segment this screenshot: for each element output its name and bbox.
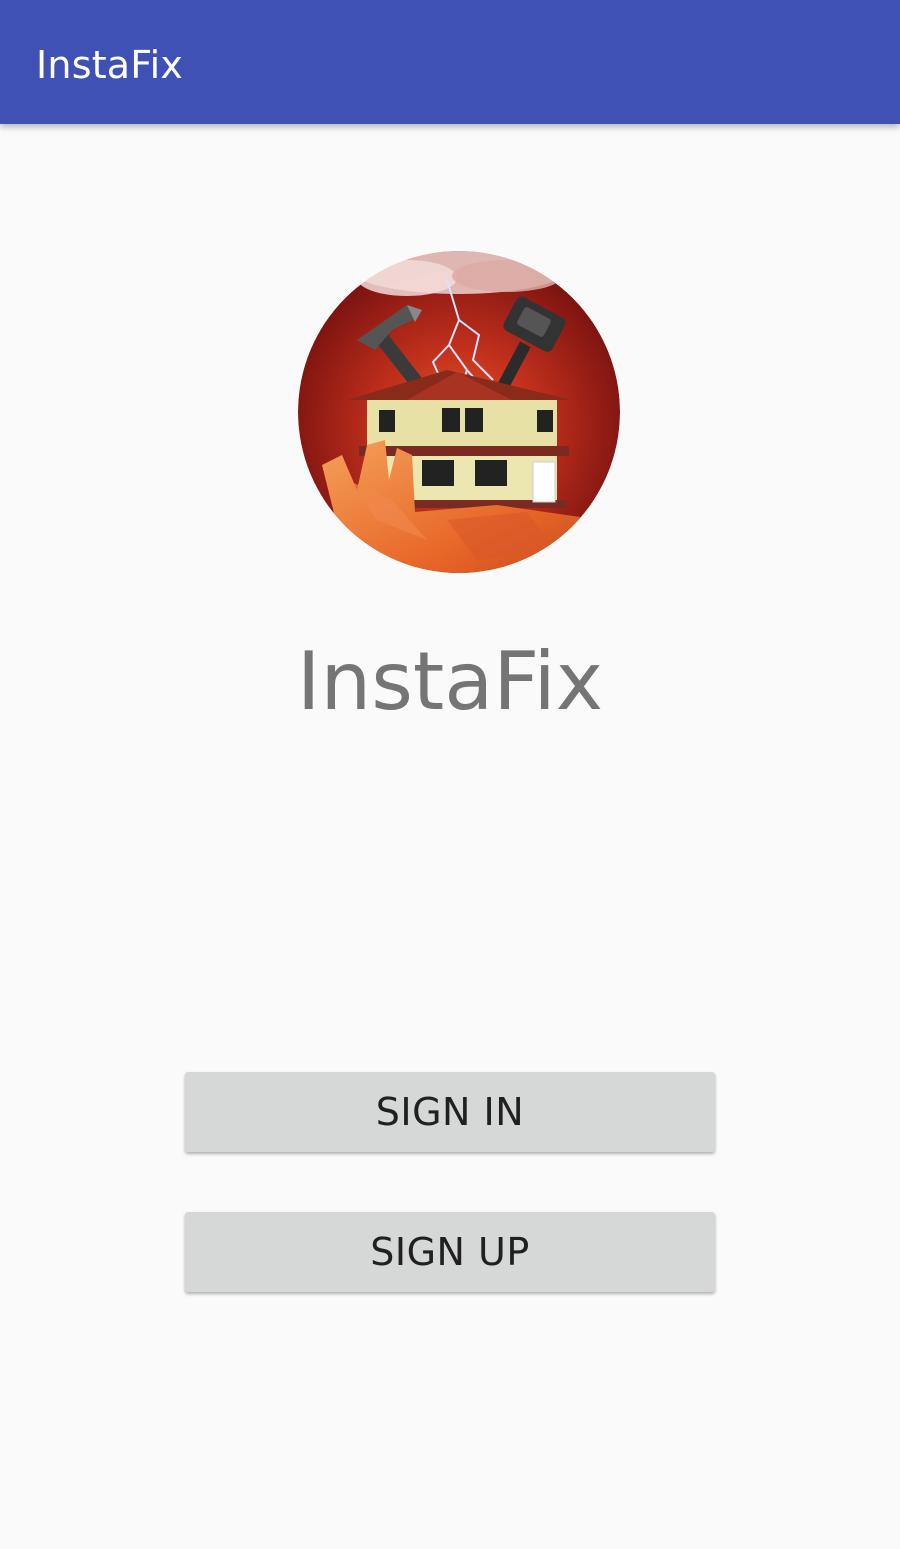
app-bar: InstaFix xyxy=(0,0,900,124)
cloud-icon xyxy=(349,251,569,296)
sign-in-button[interactable]: SIGN IN xyxy=(185,1072,715,1152)
app-bar-title: InstaFix xyxy=(36,43,184,87)
brand-title: InstaFix xyxy=(296,635,604,728)
house-repair-logo-icon xyxy=(297,250,621,574)
sign-up-button[interactable]: SIGN UP xyxy=(185,1212,715,1292)
app-screen: InstaFix InstaFix SIGN IN SIGN UP xyxy=(0,0,900,1549)
